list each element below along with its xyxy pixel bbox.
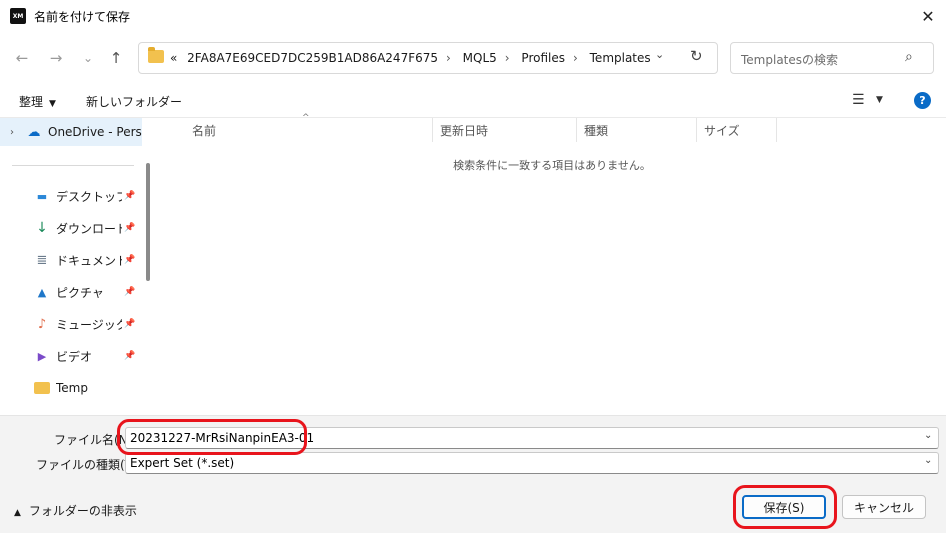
sidebar-item-music[interactable]: ♪ ミュージック 📌 (0, 310, 142, 338)
sidebar-item-temp[interactable]: Temp (0, 374, 142, 402)
column-header-type[interactable]: 種類 (584, 118, 696, 142)
pin-icon: 📌 (124, 287, 136, 297)
cloud-icon: ☁ (27, 124, 41, 140)
column-header-name[interactable]: 名前 (192, 118, 432, 142)
annotation-highlight-filename (117, 419, 307, 455)
forward-arrow-icon[interactable]: → (44, 46, 68, 70)
back-arrow-icon[interactable]: ← (10, 46, 34, 70)
close-button[interactable]: ✕ (910, 0, 946, 32)
filename-chevron-down-icon[interactable]: ⌄ (924, 430, 932, 441)
filetype-select[interactable] (125, 452, 939, 474)
sidebar-item-label: ダウンロード (56, 221, 122, 236)
refresh-icon[interactable]: ↻ (690, 47, 703, 65)
sidebar-item-videos[interactable]: ▶ ビデオ 📌 (0, 342, 142, 370)
new-folder-button[interactable]: 新しいフォルダー (86, 93, 182, 110)
organize-label: 整理 (19, 95, 44, 109)
sidebar-divider (12, 165, 134, 166)
column-divider[interactable] (696, 118, 697, 142)
folder-icon (148, 47, 164, 63)
breadcrumb-separator-icon: › (446, 51, 451, 65)
pin-icon: 📌 (124, 319, 136, 329)
hide-folders-label: フォルダーの非表示 (28, 504, 137, 518)
filetype-chevron-down-icon[interactable]: ⌄ (924, 455, 932, 466)
pin-icon: 📌 (124, 255, 136, 265)
folder-icon (34, 382, 50, 394)
video-icon: ▶ (37, 349, 47, 363)
pin-icon: 📌 (124, 223, 136, 233)
column-divider[interactable] (576, 118, 577, 142)
app-icon: XM (10, 8, 26, 24)
sidebar-item-documents[interactable]: ≣ ドキュメント 📌 (0, 246, 142, 274)
document-icon: ≣ (36, 252, 48, 268)
empty-result-message: 検索条件に一致する項目はありません。 (453, 159, 651, 172)
pin-icon: 📌 (124, 351, 136, 361)
expand-chevron-icon[interactable]: › (10, 127, 26, 138)
sidebar-item-label: ビデオ (56, 349, 93, 364)
desktop-icon: ▬ (36, 189, 48, 203)
sidebar-item-label: OneDrive - Personal (48, 125, 142, 139)
recent-locations-chevron-icon[interactable]: ⌄ (76, 46, 100, 70)
sidebar-item-downloads[interactable]: ↓ ダウンロード 📌 (0, 214, 142, 242)
breadcrumb[interactable]: « 2FA8A7E69CED7DC259B1AD86A247F675 › MQL5… (170, 51, 657, 65)
pin-icon: 📌 (124, 191, 136, 201)
sidebar-item-label: デスクトップ (56, 189, 122, 204)
up-arrow-icon[interactable]: ↑ (104, 46, 128, 70)
breadcrumb-item[interactable]: MQL5 (463, 51, 497, 65)
pictures-icon: ▲ (37, 285, 47, 299)
breadcrumb-item[interactable]: Templates (590, 51, 651, 65)
breadcrumb-item[interactable]: 2FA8A7E69CED7DC259B1AD86A247F675 (187, 51, 438, 65)
search-placeholder: Templatesの検索 (741, 53, 839, 67)
title-bar (0, 0, 946, 32)
breadcrumb-separator-icon: › (573, 51, 578, 65)
column-divider[interactable] (776, 118, 777, 142)
sidebar-item-label: Temp (56, 381, 88, 395)
search-icon[interactable]: ⌕ (905, 49, 913, 65)
chevron-down-icon: ▼ (49, 99, 56, 109)
sidebar-item-pictures[interactable]: ▲ ピクチャ 📌 (0, 278, 142, 306)
breadcrumb-item[interactable]: Profiles (521, 51, 565, 65)
column-divider[interactable] (432, 118, 433, 142)
download-icon: ↓ (36, 220, 48, 236)
filetype-value[interactable]: Expert Set (*.set) (130, 456, 234, 470)
breadcrumb-overflow-icon[interactable]: « (170, 51, 177, 65)
column-header-modified[interactable]: 更新日時 (440, 118, 576, 142)
view-chevron-down-icon[interactable]: ▼ (876, 95, 883, 105)
address-dropdown-chevron-icon[interactable]: ⌄ (655, 48, 664, 61)
annotation-highlight-save (733, 485, 837, 529)
sidebar-scrollbar[interactable] (146, 163, 150, 281)
hide-folders-button[interactable]: ▲ フォルダーの非表示 (14, 502, 137, 519)
music-icon: ♪ (37, 316, 47, 332)
sidebar-item-desktop[interactable]: ▬ デスクトップ 📌 (0, 182, 142, 210)
window-title: 名前を付けて保存 (34, 10, 131, 24)
column-header-size[interactable]: サイズ (704, 118, 776, 142)
sidebar-item-label: ドキュメント (56, 253, 122, 268)
view-options-icon[interactable]: ☰ (852, 92, 865, 108)
sidebar-item-label: ピクチャ (56, 285, 104, 300)
sidebar-item-label: ミュージック (56, 317, 122, 332)
sidebar-item-onedrive[interactable]: › ☁ OneDrive - Personal (0, 118, 142, 146)
organize-button[interactable]: 整理 ▼ (19, 93, 56, 110)
breadcrumb-separator-icon: › (504, 51, 510, 65)
help-icon[interactable]: ? (914, 92, 931, 109)
cancel-button[interactable]: キャンセル (842, 495, 926, 519)
chevron-up-icon: ▲ (14, 508, 21, 518)
